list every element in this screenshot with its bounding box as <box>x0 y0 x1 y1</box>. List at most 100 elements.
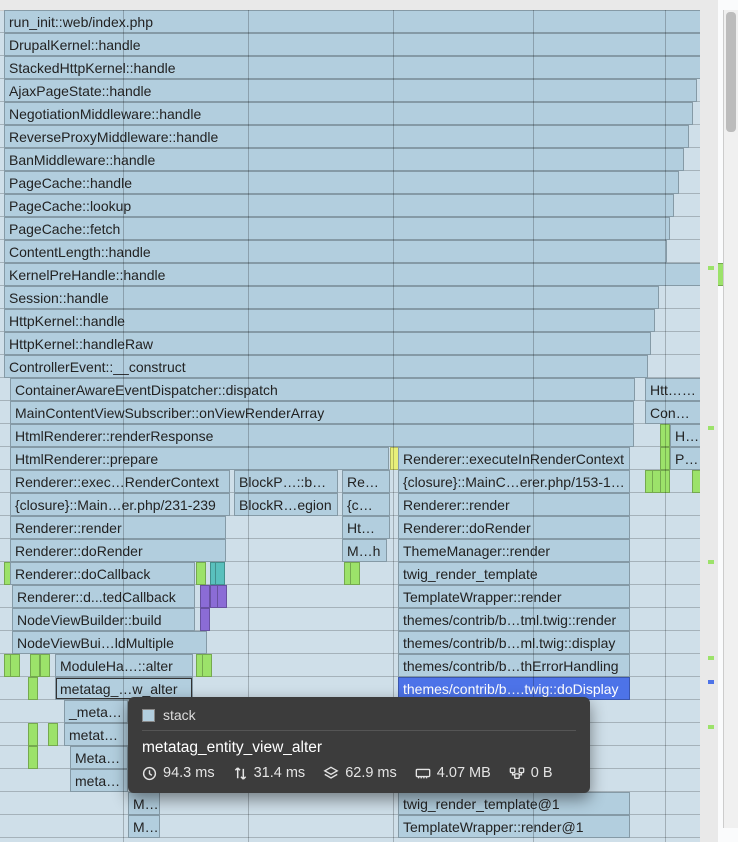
stat-cpu-time: 31.4 ms <box>233 765 306 781</box>
flame-frame[interactable]: metatag… <box>70 769 128 792</box>
flame-frame[interactable]: _metatag… <box>64 700 128 723</box>
flame-frame[interactable]: Renderer::render <box>398 493 630 516</box>
flame-frame[interactable]: KernelPreHandle::handle <box>4 263 711 286</box>
flame-frame-sliver[interactable] <box>40 654 50 677</box>
flame-frame[interactable]: M…h <box>342 539 387 562</box>
flame-frame[interactable]: run_init::web/index.php <box>4 10 710 33</box>
flame-frame[interactable]: Ht…ks <box>342 516 390 539</box>
flame-frame-sliver[interactable] <box>48 723 58 746</box>
flame-frame-sliver[interactable] <box>30 654 40 677</box>
flame-frame[interactable]: BanMiddleware::handle <box>4 148 684 171</box>
stat-network: 0 B <box>509 765 553 781</box>
flame-row: PageCache::lookup <box>0 194 718 217</box>
flame-frame[interactable]: HtmlRenderer::prepare <box>10 447 389 470</box>
flame-frame[interactable]: Re…xt <box>342 470 390 493</box>
flame-frame[interactable]: Renderer::doRender <box>398 516 630 539</box>
flame-frame[interactable]: HttpKernel::handle <box>4 309 655 332</box>
flame-row: KernelPreHandle::handle <box>0 263 718 286</box>
flame-frame[interactable]: Renderer::exec…RenderContext <box>10 470 230 493</box>
flame-frame-sliver[interactable] <box>196 562 206 585</box>
frame-tooltip: stack metatag_entity_view_alter 94.3 ms … <box>128 697 590 793</box>
flame-frame[interactable]: themes/contrib/b…ml.twig::display <box>398 631 630 654</box>
flame-frame[interactable]: HttpKernel::handleRaw <box>4 332 651 355</box>
vertical-scrollbar[interactable] <box>723 10 738 828</box>
flame-row: HtmlRenderer::renderResponseH…d <box>0 424 718 447</box>
category-swatch <box>142 709 155 722</box>
flame-frame-sliver[interactable] <box>215 562 225 585</box>
layers-icon <box>323 766 339 781</box>
flame-frame-sliver[interactable] <box>350 562 360 585</box>
gridline <box>665 10 666 842</box>
flame-frame[interactable]: Session::handle <box>4 286 659 309</box>
flame-frame[interactable]: {c…86 <box>342 493 390 516</box>
tooltip-category: stack <box>163 707 196 723</box>
flame-frame[interactable]: NodeViewBui…ldMultiple <box>12 631 207 654</box>
flame-frame[interactable]: Htt…nse <box>645 378 707 401</box>
flame-frame[interactable]: themes/contrib/b…thErrorHandling <box>398 654 630 677</box>
flame-frame[interactable]: twig_render_template <box>398 562 630 585</box>
flame-frame[interactable]: Renderer::doCallback <box>10 562 195 585</box>
flame-frame[interactable]: Renderer::executeInRenderContext <box>398 447 630 470</box>
flame-frame[interactable]: Renderer::d...tedCallback <box>12 585 195 608</box>
gutter-mark <box>708 266 714 270</box>
flame-frame[interactable]: ControllerEvent::__construct <box>4 355 648 378</box>
flame-frame-sliver[interactable] <box>217 585 227 608</box>
stat-sys-time: 62.9 ms <box>323 765 397 781</box>
flame-frame-sliver[interactable] <box>10 654 20 677</box>
flame-frame[interactable]: BlockP…::build <box>234 470 338 493</box>
flame-row: Renderer::render Ht…ks Renderer::doRender <box>0 516 718 539</box>
flame-frame[interactable]: {closure}::Main…er.php/231-239 <box>10 493 230 516</box>
flame-frame[interactable]: Renderer::render <box>10 516 226 539</box>
stat-wall-time: 94.3 ms <box>142 765 215 781</box>
gridline <box>123 10 124 842</box>
flame-frame[interactable]: NodeViewBuilder::build <box>12 608 195 631</box>
flame-frame[interactable]: ModuleHa…::alter <box>55 654 193 677</box>
flame-frame-sliver[interactable] <box>202 654 212 677</box>
flame-frame-sliver[interactable] <box>28 723 38 746</box>
flame-frame[interactable]: {closure}::MainC…erer.php/153-159 <box>398 470 630 493</box>
flame-frame[interactable]: ContainerAwareEventDispatcher::dispatch <box>10 378 635 401</box>
flame-row: DrupalKernel::handle <box>0 33 718 56</box>
flamegraph-viewport[interactable]: run_init::web/index.phpDrupalKernel::han… <box>0 0 718 842</box>
flame-row: MainContentViewSubscriber::onViewRenderA… <box>0 401 718 424</box>
flame-frame[interactable]: ThemeManager::render <box>398 539 630 562</box>
flame-frame[interactable]: TemplateWrapper::render@1 <box>398 815 630 838</box>
flame-frame[interactable]: ContentLength::handle <box>4 240 667 263</box>
flame-frame[interactable]: Con…tch <box>645 401 707 424</box>
flame-frame[interactable]: DrupalKernel::handle <box>4 33 706 56</box>
flame-frame-sliver[interactable] <box>28 677 38 700</box>
flame-row: Renderer::doCallback twig_render_template <box>0 562 718 585</box>
flame-frame[interactable]: themes/contrib/b…tml.twig::render <box>398 608 630 631</box>
flame-row: M… TemplateWrapper::render@1 <box>0 815 718 838</box>
flame-frame[interactable]: BlockR…egion <box>234 493 338 516</box>
flame-frame[interactable]: StackedHttpKernel::handle <box>4 56 702 79</box>
flame-frame[interactable]: PageCache::lookup <box>4 194 674 217</box>
flame-frame[interactable]: Renderer::doRender <box>10 539 226 562</box>
flame-frame-sliver[interactable] <box>200 585 210 608</box>
flame-frame[interactable]: AjaxPageState::handle <box>4 79 697 102</box>
flame-row: run_init::web/index.php <box>0 10 718 33</box>
flame-frame[interactable]: HtmlRenderer::renderResponse <box>10 424 634 447</box>
flame-row: NodeViewBui…ldMultiple themes/contrib/b…m… <box>0 631 718 654</box>
flame-frame[interactable]: PageCache::fetch <box>4 217 670 240</box>
flame-frame[interactable]: PageCache::handle <box>4 171 679 194</box>
gutter-mark <box>708 725 714 729</box>
flame-frame[interactable]: MainContentViewSubscriber::onViewRenderA… <box>10 401 634 424</box>
flame-frame-sliver[interactable] <box>200 608 210 631</box>
flame-frame[interactable]: M… <box>128 792 160 815</box>
flame-frame-sliver[interactable] <box>28 746 38 769</box>
flame-frame[interactable]: M… <box>128 815 160 838</box>
scrollbar-thumb[interactable] <box>726 12 736 132</box>
flame-frame[interactable]: TemplateWrapper::render <box>398 585 630 608</box>
flame-row: M… twig_render_template@1 <box>0 792 718 815</box>
flame-row: ContainerAwareEventDispatcher::dispatch H… <box>0 378 718 401</box>
flame-frame[interactable]: metatag… <box>64 723 130 746</box>
flame-row: ReverseProxyMiddleware::handle <box>0 125 718 148</box>
flame-frame[interactable]: twig_render_template@1 <box>398 792 630 815</box>
flame-frame[interactable]: Metata… <box>70 746 128 769</box>
flame-frame[interactable]: ReverseProxyMiddleware::handle <box>4 125 689 148</box>
flame-row: ModuleHa…::alter themes/contrib/b…thError… <box>0 654 718 677</box>
flame-frame[interactable]: NegotiationMiddleware::handle <box>4 102 693 125</box>
gutter-mark <box>708 680 714 684</box>
flame-row: HttpKernel::handle <box>0 309 718 332</box>
